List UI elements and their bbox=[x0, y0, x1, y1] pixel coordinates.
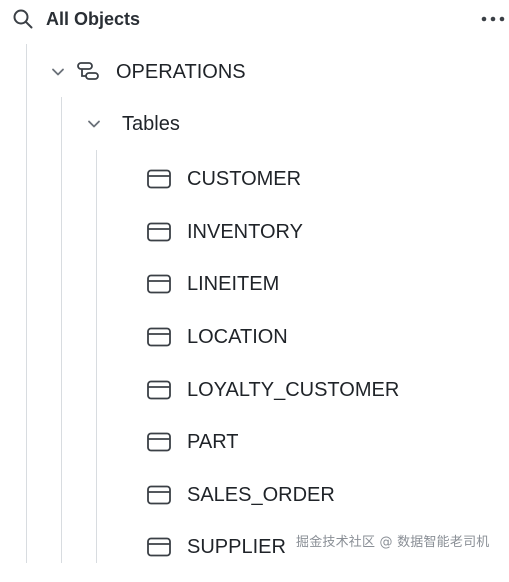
tree-guide-line bbox=[61, 97, 62, 563]
tree-guide-line bbox=[26, 44, 27, 563]
table-name: PART bbox=[187, 431, 239, 454]
tree-node-tables[interactable]: Tables bbox=[84, 109, 180, 139]
watermark: 掘金技术社区 @ 数据智能老司机 bbox=[296, 535, 490, 550]
table-icon bbox=[147, 432, 171, 452]
table-list: CUSTOMER INVENTORY LINEITEM LOCATION LOY… bbox=[146, 161, 399, 582]
tree-node-table[interactable]: LOCATION bbox=[146, 319, 399, 372]
tree-node-label: Tables bbox=[122, 113, 180, 135]
table-name: INVENTORY bbox=[187, 220, 303, 243]
table-name: LINEITEM bbox=[187, 273, 280, 296]
tree-node-table[interactable]: SALES_ORDER bbox=[146, 477, 399, 530]
tree-node-table[interactable]: CUSTOMER bbox=[146, 161, 399, 214]
tree-node-table[interactable]: LINEITEM bbox=[146, 266, 399, 319]
chevron-down-icon[interactable] bbox=[48, 62, 68, 82]
table-icon bbox=[147, 275, 171, 294]
table-name: LOCATION bbox=[187, 326, 288, 349]
tree-node-label: OPERATIONS bbox=[116, 61, 246, 83]
page-title: All Objects bbox=[46, 9, 141, 29]
table-icon bbox=[147, 485, 171, 505]
tree-node-operations[interactable]: OPERATIONS bbox=[48, 57, 246, 87]
more-options-icon[interactable] bbox=[478, 8, 508, 30]
object-browser-header: All Objects bbox=[0, 0, 509, 38]
table-name: SALES_ORDER bbox=[187, 483, 335, 506]
table-icon bbox=[147, 380, 171, 400]
table-name: SUPPLIER bbox=[187, 536, 286, 559]
schema-icon bbox=[77, 62, 99, 80]
table-name: CUSTOMER bbox=[187, 168, 302, 191]
table-icon bbox=[147, 222, 171, 242]
tree-node-table[interactable]: LOYALTY_CUSTOMER bbox=[146, 371, 399, 424]
tree-node-table[interactable]: INVENTORY bbox=[146, 214, 399, 267]
tree-guide-line bbox=[96, 150, 97, 563]
tree-node-table[interactable]: PART bbox=[146, 424, 399, 477]
table-icon bbox=[147, 169, 171, 189]
chevron-down-icon[interactable] bbox=[84, 114, 104, 134]
table-name: LOYALTY_CUSTOMER bbox=[187, 378, 400, 401]
search-icon[interactable] bbox=[12, 8, 34, 30]
table-icon bbox=[147, 327, 171, 347]
table-icon bbox=[147, 538, 171, 557]
